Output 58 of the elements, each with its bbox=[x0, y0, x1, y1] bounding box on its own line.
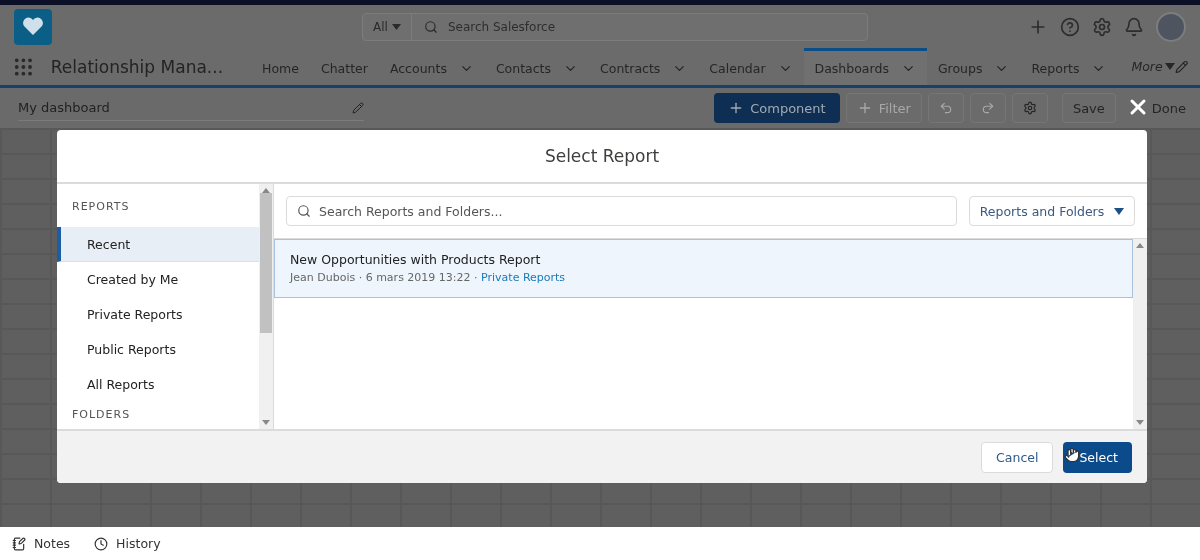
settings-icon[interactable] bbox=[1092, 16, 1112, 37]
nav-tab[interactable]: Home bbox=[251, 48, 310, 85]
nav-tab[interactable]: Contacts bbox=[484, 48, 590, 85]
caret-icon bbox=[1164, 63, 1175, 70]
section-heading: FOLDERS bbox=[71, 407, 132, 421]
dialog-title: Select Report bbox=[544, 146, 660, 166]
gear-icon bbox=[1022, 101, 1037, 115]
notes-button[interactable]: Notes bbox=[12, 536, 71, 551]
caret-icon bbox=[391, 23, 401, 30]
dashboard-title-field[interactable]: My dashboard bbox=[18, 95, 365, 121]
cancel-button[interactable]: Cancel bbox=[981, 441, 1054, 473]
nav-tab[interactable]: Accounts bbox=[378, 48, 485, 85]
report-row[interactable]: New Opportunities with Products Report Jean Dubois · 6 mars 2019 13:22 · Private Reports bbox=[274, 239, 1133, 298]
save-button[interactable]: Save bbox=[1061, 93, 1116, 123]
folder-link[interactable]: Private Reports bbox=[481, 271, 566, 284]
help-icon[interactable] bbox=[1060, 16, 1080, 37]
undo-button[interactable] bbox=[927, 93, 964, 123]
search-icon bbox=[423, 19, 438, 34]
sidebar-item[interactable]: Created by Me bbox=[57, 262, 259, 297]
hand-cursor-icon bbox=[1064, 447, 1080, 463]
section-heading: REPORTS bbox=[71, 199, 131, 215]
search-icon bbox=[297, 204, 311, 218]
redo-button[interactable] bbox=[969, 93, 1006, 123]
notifications-icon[interactable] bbox=[1124, 16, 1144, 37]
caret-icon bbox=[1114, 207, 1125, 215]
scrollbar[interactable] bbox=[1133, 239, 1147, 429]
sidebar-item[interactable]: Private Reports bbox=[57, 297, 259, 332]
undo-icon bbox=[938, 101, 953, 115]
more-tab[interactable]: More bbox=[1131, 59, 1175, 74]
search-scope-label[interactable]: All bbox=[373, 19, 388, 34]
nav-tab[interactable]: Calendar bbox=[698, 48, 804, 85]
user-avatar[interactable] bbox=[1156, 11, 1186, 42]
nav-tab[interactable]: Contracts bbox=[589, 48, 699, 85]
nav-tab[interactable]: Reports bbox=[1020, 48, 1118, 85]
report-search-field[interactable]: Search Reports and Folders... bbox=[286, 196, 957, 226]
done-button[interactable]: Done bbox=[1151, 100, 1186, 116]
select-button[interactable]: Select bbox=[1063, 441, 1132, 473]
report-meta: Jean Dubois · 6 mars 2019 13:22 · Private Reports bbox=[290, 271, 567, 284]
app-name: Relationship Mana... bbox=[50, 56, 224, 77]
redo-icon bbox=[980, 101, 995, 115]
sidebar-item[interactable]: Public Reports bbox=[57, 332, 259, 367]
nav-tab[interactable]: Chatter bbox=[309, 48, 379, 85]
report-title: New Opportunities with Products Report bbox=[290, 252, 542, 267]
global-search-field[interactable]: All Search Salesforce bbox=[362, 12, 868, 41]
history-icon bbox=[94, 536, 109, 551]
notes-icon bbox=[12, 536, 26, 551]
app-logo-icon[interactable] bbox=[14, 8, 52, 45]
nav-tab[interactable]: Dashboards bbox=[803, 48, 927, 85]
edit-icon[interactable] bbox=[352, 101, 365, 114]
add-component-button[interactable]: Component bbox=[714, 93, 840, 123]
scrollbar[interactable] bbox=[259, 184, 273, 429]
sidebar-item[interactable]: All Reports bbox=[57, 367, 259, 402]
type-dropdown[interactable]: Reports and Folders bbox=[969, 196, 1135, 226]
sidebar-item[interactable]: Recent bbox=[57, 227, 259, 262]
history-button[interactable]: History bbox=[94, 536, 161, 551]
nav-tab[interactable]: Groups bbox=[926, 48, 1021, 85]
edit-icon[interactable] bbox=[1174, 59, 1188, 74]
settings-button[interactable] bbox=[1011, 93, 1048, 123]
